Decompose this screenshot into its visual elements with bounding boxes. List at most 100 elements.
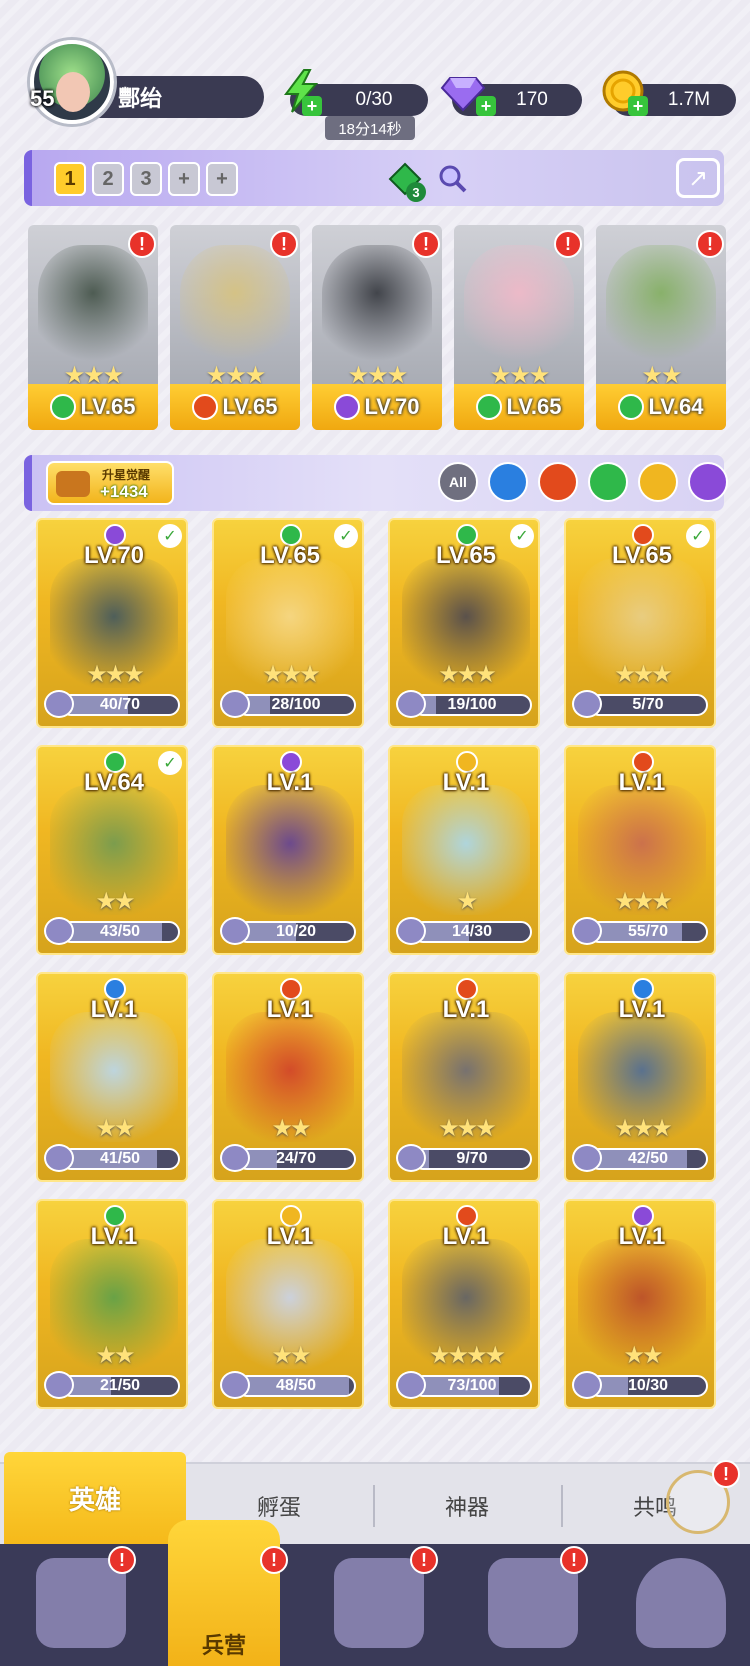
shard-progress-bar: 10/30 [588,1375,708,1397]
hero-level-bar: LV.64 [596,384,726,430]
filter-fire-icon[interactable] [538,462,578,502]
tab-heroes[interactable]: 英雄 [4,1452,186,1544]
search-icon[interactable] [438,164,468,194]
awaken-title: 升星觉醒 [102,468,151,482]
hero-level-bar: LV.65 [454,384,584,430]
shard-progress-text: 73/100 [447,1377,497,1394]
team-add-slot[interactable]: + [168,162,200,196]
map-book-nav-icon[interactable] [334,1558,424,1648]
hero-card[interactable]: LV.1 10/20 [212,745,364,955]
hero-level-bar: LV.70 [312,384,442,430]
shard-progress-bar: 40/70 [60,694,180,716]
hero-portrait [606,245,716,365]
hero-level: LV.1 [266,996,314,1023]
cards-nav-icon[interactable] [36,1558,126,1648]
hero-card[interactable]: ✓ LV.65 ★★★ 5/70 [564,518,716,728]
alert-icon: ! [128,230,156,258]
alert-icon: ! [712,1460,740,1488]
hero-card[interactable]: LV.1 ★★★ 55/70 [564,745,716,955]
hero-level: LV.65 [506,394,562,419]
filter-light-icon[interactable] [638,462,678,502]
shard-progress-bar: 21/50 [60,1375,180,1397]
shard-progress-bar: 14/30 [412,921,532,943]
hero-card[interactable]: LV.1 ★ 14/30 [388,745,540,955]
tab-artifacts[interactable]: 神器 [374,1478,560,1534]
hero-stars: ★★ [95,888,135,915]
hero-shard-icon [44,1144,74,1172]
shard-progress-bar: 42/50 [588,1148,708,1170]
gem-plus-icon[interactable]: + [476,96,496,116]
hero-card[interactable]: LV.1 ★★★ 9/70 [388,972,540,1182]
hero-level-bar: LV.65 [28,384,158,430]
barracks-nav-label: 兵营 [201,1633,246,1658]
hero-level: LV.1 [442,769,490,796]
shard-progress-text: 43/50 [99,923,141,940]
shard-progress-bar: 41/50 [60,1148,180,1170]
team-slot-1[interactable]: 1 [54,162,86,196]
shard-progress-text: 41/50 [99,1150,141,1167]
hero-card[interactable]: ✓ LV.65 ★★★ 19/100 [388,518,540,728]
hero-level: LV.1 [442,996,490,1023]
shard-progress-text: 21/50 [99,1377,141,1394]
alert-icon: ! [560,1546,588,1574]
hero-level: LV.1 [90,1223,138,1250]
share-icon[interactable]: ↗ [676,158,720,198]
hero-shard-icon [396,917,426,945]
shard-progress-text: 10/20 [275,923,317,940]
hero-shard-icon [396,690,426,718]
hero-level: LV.65 [80,394,136,419]
shard-progress-text: 14/30 [451,923,493,940]
temple-nav-icon[interactable] [488,1558,578,1648]
hero-stars: ★★ [95,1342,135,1369]
filter-wind-icon[interactable] [588,462,628,502]
wind-element-icon [50,394,77,420]
team-badge-count: 3 [406,182,426,202]
energy-timer: 18分14秒 [325,116,415,140]
hero-card[interactable]: ✓ LV.65 ★★★ 28/100 [212,518,364,728]
shard-progress-text: 9/70 [456,1150,488,1167]
filter-dark-icon[interactable] [688,462,728,502]
hero-card[interactable]: LV.1 ★★ 10/30 [564,1199,716,1409]
hero-stars: ★★ [271,1115,311,1142]
team-slot-2[interactable]: 2 [92,162,124,196]
awaken-button[interactable]: 升星觉醒 +1434 [46,461,174,505]
hero-card[interactable]: LV.1 ★★ 48/50 [212,1199,364,1409]
hero-level: LV.1 [266,769,314,796]
hero-stars: ★★★ [614,888,673,915]
hero-stars: ★★ [623,1342,663,1369]
check-icon: ✓ [158,751,182,775]
hero-level: LV.64 [648,394,704,419]
hero-shard-icon [572,690,602,718]
shard-progress-bar: 28/100 [236,694,356,716]
filter-all-icon[interactable]: All [438,462,478,502]
hero-stars: ★★★ [86,661,145,688]
alert-icon: ! [696,230,724,258]
filter-water-icon[interactable] [488,462,528,502]
hero-card[interactable]: LV.1 ★★ 21/50 [36,1199,188,1409]
hero-card[interactable]: LV.1 ★★★★ 73/100 [388,1199,540,1409]
hero-level: LV.1 [618,996,666,1023]
hero-stars: ★ [456,888,479,915]
alert-icon: ! [412,230,440,258]
shard-progress-bar: 10/20 [236,921,356,943]
hero-card[interactable]: LV.1 ★★ 24/70 [212,972,364,1182]
coin-plus-icon[interactable]: + [628,96,648,116]
hero-level: LV.1 [618,769,666,796]
hero-card[interactable]: ✓ LV.70 ★★★ 40/70 [36,518,188,728]
mushroom-nav-icon[interactable] [636,1558,726,1648]
shard-progress-text: 19/100 [447,696,497,713]
energy-plus-icon[interactable]: + [302,96,322,116]
hero-stars: ★★★ [614,661,673,688]
team-slot-3[interactable]: 3 [130,162,162,196]
team-add-slot-2[interactable]: + [206,162,238,196]
hero-portrait [226,785,354,915]
hero-card[interactable]: LV.1 ★★ 41/50 [36,972,188,1182]
shard-progress-text: 48/50 [275,1377,317,1394]
fire-element-icon [192,394,219,420]
check-icon: ✓ [510,524,534,548]
hero-card[interactable]: ✓ LV.64 ★★ 43/50 [36,745,188,955]
dark-element-icon [334,394,361,420]
shard-progress-bar: 24/70 [236,1148,356,1170]
hero-stars: ★★★ [614,1115,673,1142]
hero-card[interactable]: LV.1 ★★★ 42/50 [564,972,716,1182]
